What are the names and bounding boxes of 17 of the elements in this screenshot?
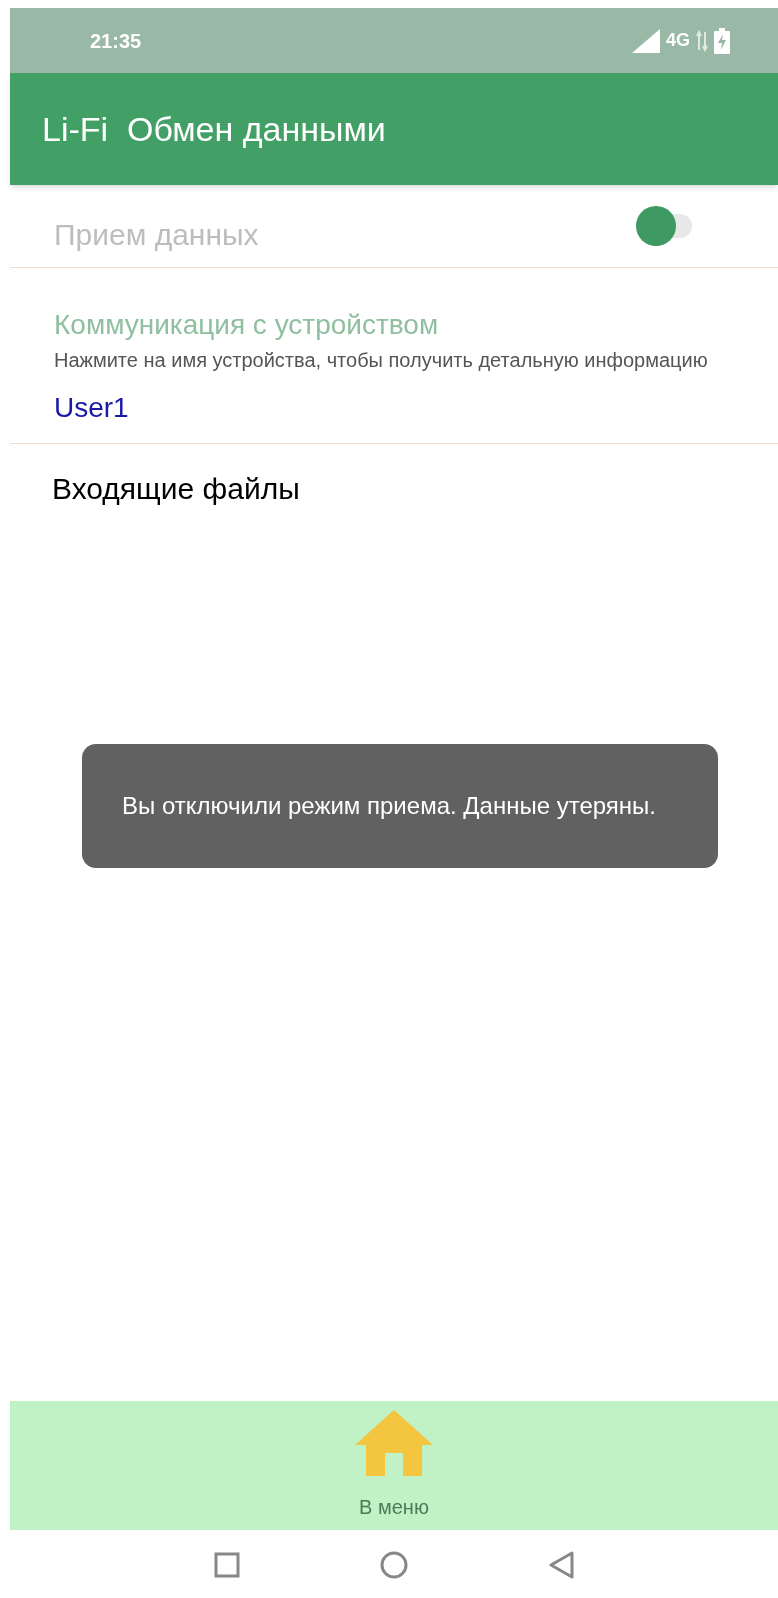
back-icon[interactable] bbox=[548, 1551, 574, 1579]
menu-button[interactable]: В меню bbox=[355, 1409, 433, 1522]
recent-apps-icon[interactable] bbox=[214, 1552, 240, 1578]
device-link[interactable]: User1 bbox=[54, 383, 129, 433]
app-title: Li-Fi Обмен данными bbox=[42, 108, 386, 150]
status-time: 21:35 bbox=[90, 28, 142, 54]
data-arrows-icon bbox=[696, 29, 708, 52]
network-type: 4G bbox=[666, 29, 690, 52]
section-hint: Нажмите на имя устройства, чтобы получить детальную информацию bbox=[54, 348, 709, 373]
section-title: Коммуникация с устройством bbox=[54, 308, 440, 342]
receive-label: Прием данных bbox=[54, 216, 259, 253]
battery-charging-icon bbox=[714, 27, 730, 54]
toast-message: Вы отключили режим приема. Данные утеряны. bbox=[122, 791, 656, 821]
signal-icon bbox=[632, 28, 660, 53]
home-circle-icon[interactable] bbox=[380, 1551, 408, 1579]
home-icon bbox=[355, 1409, 433, 1476]
incoming-files-title: Входящие файлы bbox=[51, 471, 300, 507]
